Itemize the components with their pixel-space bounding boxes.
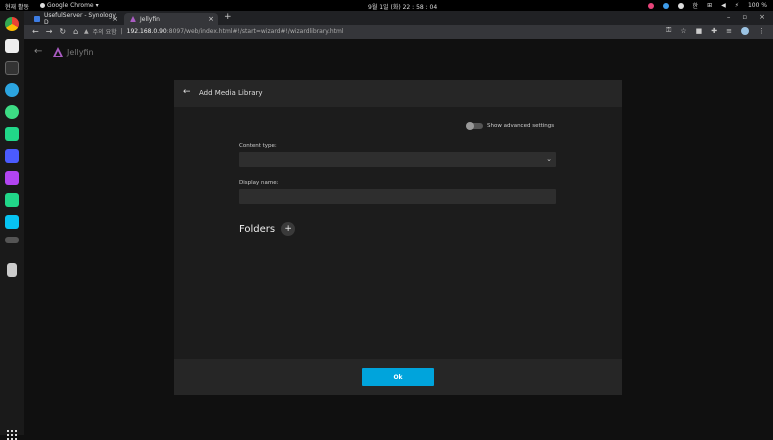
synology-favicon-icon — [34, 16, 40, 22]
system-top-bar: 현재 활동 Google Chrome ▾ 9월 1일 (화) 22 : 58 … — [0, 0, 773, 11]
chevron-down-icon: ⌄ — [546, 155, 552, 163]
display-name-input[interactable] — [239, 189, 556, 204]
network-icon[interactable]: ⊞ — [707, 2, 712, 9]
system-tray[interactable]: 한 ⊞ ◀ ⚡ 100 % — [647, 1, 767, 10]
content-type-select[interactable]: ⌄ — [239, 152, 556, 167]
browser-tab-strip: UsefulServer - Synology D × Jellyfin × +… — [24, 11, 773, 26]
minimize-button[interactable]: – — [727, 13, 731, 21]
forward-icon[interactable]: → — [46, 27, 53, 36]
power-icon[interactable]: ⚡ — [735, 2, 739, 9]
app-menu-label: Google Chrome — [47, 2, 94, 9]
dialog-footer: Ok — [174, 359, 622, 395]
toggle-knob — [466, 122, 474, 130]
security-label[interactable]: 주의 요함 — [93, 27, 117, 36]
star-icon[interactable]: ☆ — [680, 27, 686, 35]
window-controls: – ▫ × — [727, 13, 765, 21]
files-launcher-icon[interactable] — [5, 39, 19, 53]
extension-icon[interactable]: ■ — [696, 27, 703, 35]
media-icon[interactable]: ≡ — [726, 27, 732, 35]
intellij-launcher-icon[interactable] — [5, 149, 19, 163]
tab-label: Jellyfin — [140, 15, 160, 23]
toolbar-icons: ⚿ ☆ ■ ✚ ≡ ⋮ — [666, 26, 765, 35]
home-icon[interactable]: ⌂ — [73, 27, 78, 36]
jellyfin-logo-icon — [53, 47, 63, 57]
folders-section: Folders + — [239, 222, 296, 236]
add-folder-button[interactable]: + — [281, 222, 296, 236]
chrome-icon — [40, 3, 45, 8]
content-type-label: Content type: — [239, 143, 277, 149]
tab-jellyfin[interactable]: Jellyfin × — [124, 13, 218, 25]
trash-launcher-icon[interactable] — [7, 263, 17, 277]
android-studio-launcher-icon[interactable] — [5, 105, 19, 119]
tray-app-icon[interactable] — [647, 2, 654, 9]
system-clock[interactable]: 9월 1일 (화) 22 : 58 : 04 — [368, 2, 437, 11]
header-back-button[interactable]: ← — [34, 46, 42, 57]
tray-sync-icon[interactable] — [677, 2, 684, 9]
address-bar[interactable]: ▲ 주의 요함 | 192.168.0.90:8097/web/index.ht… — [84, 27, 344, 36]
advanced-settings-toggle[interactable] — [466, 122, 483, 130]
show-applications-icon[interactable] — [7, 430, 17, 440]
avatar[interactable] — [741, 26, 749, 35]
back-icon[interactable]: ← — [32, 27, 39, 36]
phpstorm-launcher-icon[interactable] — [5, 171, 19, 185]
reload-icon[interactable]: ↻ — [59, 27, 66, 36]
volume-icon[interactable]: ◀ — [721, 2, 726, 9]
display-name-label: Display name: — [239, 180, 279, 186]
input-method-indicator[interactable]: 한 — [693, 1, 699, 10]
warning-icon[interactable]: ▲ — [84, 28, 89, 35]
clion-launcher-icon[interactable] — [5, 127, 19, 141]
nav-buttons: ← → ↻ ⌂ — [32, 27, 78, 36]
advanced-settings-label[interactable]: Show advanced settings — [487, 123, 554, 129]
url-path: :8097/web/index.html#!/start=wizard#!/wi… — [166, 28, 344, 35]
webstorm-launcher-icon[interactable] — [5, 215, 19, 229]
application-dock — [0, 11, 24, 440]
maximize-button[interactable]: ▫ — [742, 13, 747, 21]
chevron-down-icon: ▾ — [95, 2, 99, 9]
dialog-back-button[interactable]: ← — [183, 87, 191, 97]
close-window-button[interactable]: × — [759, 13, 765, 21]
key-icon[interactable]: ⚿ — [666, 26, 671, 35]
logo-text: Jellyfin — [67, 47, 94, 57]
new-tab-button[interactable]: + — [224, 12, 232, 22]
activities-button[interactable]: 현재 활동 — [5, 2, 29, 11]
chrome-launcher-icon[interactable] — [5, 17, 19, 31]
url-separator: | — [120, 28, 123, 35]
advanced-settings-toggle-row[interactable]: Show advanced settings — [466, 122, 554, 130]
folders-title: Folders — [239, 223, 276, 235]
telegram-launcher-icon[interactable] — [5, 83, 19, 97]
puzzle-icon[interactable]: ✚ — [711, 27, 717, 35]
close-tab-icon[interactable]: × — [112, 15, 118, 23]
pycharm-launcher-icon[interactable] — [5, 193, 19, 207]
url-host: 192.168.0.90 — [126, 28, 167, 35]
tab-label: UsefulServer - Synology D — [43, 12, 116, 26]
close-tab-icon[interactable]: × — [208, 15, 214, 23]
app-menu[interactable]: Google Chrome ▾ — [40, 2, 99, 9]
jellyfin-logo: Jellyfin — [53, 47, 94, 57]
jellyfin-header: ← Jellyfin — [24, 39, 773, 67]
vim-launcher-icon[interactable] — [5, 237, 19, 243]
battery-label[interactable]: 100 % — [748, 2, 767, 9]
dialog-header: ← Add Media Library — [174, 80, 622, 107]
tab-synology[interactable]: UsefulServer - Synology D × — [28, 12, 122, 26]
dialog-title: Add Media Library — [199, 89, 263, 97]
tray-status-icon[interactable] — [662, 2, 669, 9]
terminal-launcher-icon[interactable] — [5, 61, 19, 75]
add-media-library-dialog: ← Add Media Library Show advanced settin… — [174, 80, 622, 395]
jellyfin-favicon-icon — [130, 16, 136, 22]
ok-button[interactable]: Ok — [362, 368, 434, 386]
browser-toolbar: ← → ↻ ⌂ ▲ 주의 요함 | 192.168.0.90:8097/web/… — [24, 25, 773, 39]
menu-icon[interactable]: ⋮ — [758, 27, 765, 35]
